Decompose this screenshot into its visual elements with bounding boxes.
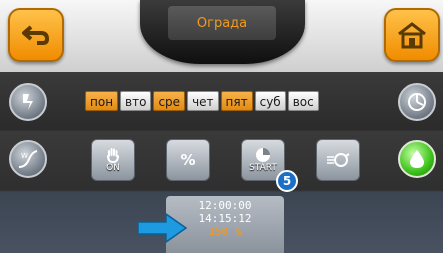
weekday-selector: пон вто сре чет пят суб вос (85, 91, 319, 111)
manual-label: ON (106, 163, 120, 173)
water-button[interactable] (398, 140, 436, 178)
back-button[interactable] (8, 8, 64, 62)
step-badge: 5 (276, 170, 298, 192)
percent-label: % (180, 151, 196, 169)
curve-chart-icon: W (18, 150, 38, 168)
hand-icon (107, 148, 119, 163)
svg-text:W: W (21, 152, 28, 160)
home-icon (398, 22, 426, 49)
time-value-1: 12:00:00 (198, 199, 252, 212)
timer-pie-icon (256, 148, 270, 162)
lamp-icon (327, 153, 350, 167)
curve-button[interactable]: W (9, 140, 47, 178)
water-drop-icon (410, 150, 424, 168)
back-arrow-icon (22, 25, 50, 45)
lightning-icon (23, 94, 33, 110)
light-button[interactable] (316, 139, 360, 181)
arrow-right-icon (137, 212, 188, 244)
day-sat[interactable]: суб (254, 91, 286, 111)
timer-button[interactable] (398, 83, 436, 121)
manual-on-button[interactable]: ON (91, 139, 135, 181)
start-label: START (249, 163, 277, 173)
home-button[interactable] (384, 8, 440, 62)
day-fri[interactable]: пят (220, 91, 253, 111)
day-sun[interactable]: вос (287, 91, 319, 111)
page-title: Ограда (168, 6, 276, 40)
day-wed[interactable]: сре (153, 91, 186, 111)
percent-button[interactable]: % (166, 139, 210, 181)
day-thu[interactable]: чет (187, 91, 219, 111)
clock-icon (408, 93, 426, 111)
day-mon[interactable]: пон (85, 91, 119, 111)
screen: Ограда W пон вто сре чет пят суб вос ON … (0, 0, 443, 253)
power-mode-button[interactable] (9, 83, 47, 121)
day-tue[interactable]: вто (120, 91, 152, 111)
